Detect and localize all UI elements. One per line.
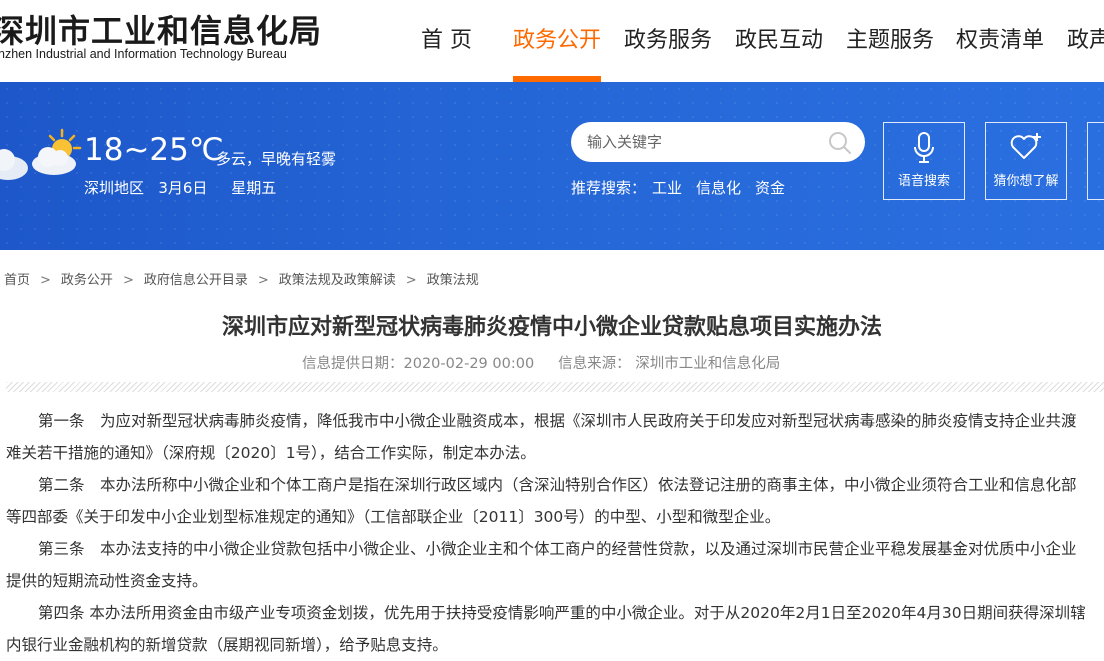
article-line: 内银行业金融机构的新增贷款（展期视同新增），给予贴息支持。	[6, 636, 448, 654]
guess-you-want-button[interactable]: 猜你想了解	[985, 122, 1067, 200]
guess-you-want-label: 猜你想了解	[993, 174, 1059, 189]
cloudy-sun-icon	[32, 128, 82, 175]
site-logo-title[interactable]: 深圳市工业和信息化局	[0, 6, 322, 52]
weather-date: 3月6日	[158, 179, 208, 197]
breadcrumb-policy-regulations[interactable]: 政策法规	[427, 273, 479, 288]
breadcrumb-home[interactable]: 首页	[4, 273, 30, 288]
recommended-search: 推荐搜索： 工业 信息化 资金	[571, 177, 785, 198]
weather-description: 多云，早晚有轻雾	[216, 150, 337, 168]
hatched-divider	[6, 382, 1104, 392]
more-tile-button[interactable]	[1087, 122, 1104, 200]
article-body: 第一条 为应对新型冠状病毒肺炎疫情，降低我市中小微企业融资成本，根据《深圳市人民…	[6, 405, 1104, 661]
chevron-right-icon: >	[257, 273, 269, 288]
chevron-right-icon: >	[122, 273, 134, 288]
search-box	[571, 122, 865, 162]
breadcrumb: 首页 > 政务公开 > 政府信息公开目录 > 政策法规及政策解读 > 政策法规	[4, 269, 479, 288]
nav-gov-affairs-public[interactable]: 政务公开	[513, 22, 601, 54]
weather-location-date: 深圳地区 3月6日 星期五	[84, 177, 276, 198]
article-line: 第一条 为应对新型冠状病毒肺炎疫情，降低我市中小微企业融资成本，根据《深圳市人民…	[38, 412, 1077, 430]
weather-weekday: 星期五	[231, 179, 277, 197]
weather-temperature: 18~25℃	[84, 132, 224, 168]
article-line: 第四条 本办法所用资金由市级产业专项资金划拨，优先用于扶持受疫情影响严重的中小微…	[38, 604, 1086, 622]
rec-link-funds[interactable]: 资金	[755, 179, 785, 197]
rec-link-informatization[interactable]: 信息化	[696, 179, 741, 197]
breadcrumb-info-catalog[interactable]: 政府信息公开目录	[144, 273, 248, 288]
chevron-right-icon: >	[405, 273, 417, 288]
nav-home[interactable]: 首 页	[421, 22, 472, 54]
site-header: 深圳市工业和信息化局 nzhen Industrial and Informat…	[0, 0, 1104, 82]
heart-plus-icon	[1010, 133, 1041, 159]
article-line: 难关若干措施的通知》（深府规〔2020〕1号），结合工作实际，制定本办法。	[6, 444, 536, 462]
nav-power-list[interactable]: 权责清单	[956, 22, 1044, 54]
article-date: 2020-02-29 00:00	[403, 356, 535, 372]
microphone-icon	[914, 132, 934, 163]
article-line: 第三条 本办法支持的中小微企业贷款包括中小微企业、小微企业主和个体工商户的经营性…	[38, 540, 1077, 558]
chevron-right-icon: >	[40, 273, 51, 288]
breadcrumb-policy-interpretation[interactable]: 政策法规及政策解读	[279, 273, 396, 288]
nav-interaction[interactable]: 政民互动	[735, 22, 823, 54]
voice-search-label: 语音搜索	[897, 174, 950, 189]
banner: 18~25℃ 多云，早晚有轻雾 深圳地区 3月6日 星期五 推荐搜索： 工业信息化…	[0, 82, 1104, 250]
article-line: 提供的短期流动性资金支持。	[6, 572, 208, 590]
recommended-search-label: 推荐搜索：	[571, 179, 647, 197]
search-input[interactable]	[587, 122, 807, 162]
article-title: 深圳市应对新型冠状病毒肺炎疫情中小微企业贷款贴息项目实施办法	[221, 315, 882, 340]
article-source: 深圳市工业和信息化局	[635, 356, 781, 372]
nav-topic-services[interactable]: 主题服务	[846, 22, 934, 54]
site-logo-subtitle: nzhen Industrial and Information Technol…	[0, 47, 287, 61]
search-icon[interactable]	[827, 130, 853, 156]
nav-gov-services[interactable]: 政务服务	[624, 22, 712, 54]
breadcrumb-gov-affairs-public[interactable]: 政务公开	[61, 273, 113, 288]
date-label: 信息提供日期：	[302, 356, 404, 372]
article-meta: 信息提供日期：2020-02-29 00:00 信息来源： 深圳市工业和信息化局	[302, 352, 780, 373]
weather-location: 深圳地区	[84, 179, 145, 197]
voice-search-button[interactable]: 语音搜索	[883, 122, 965, 200]
nav-more[interactable]: 政声	[1067, 22, 1104, 54]
rec-link-industry[interactable]: 工业	[652, 179, 682, 197]
source-label: 信息来源：	[558, 356, 631, 372]
article-line: 等四部委《关于印发中小企业划型标准规定的通知》（工信部联企业〔2011〕300号…	[6, 508, 781, 526]
article-line: 第二条 本办法所称中小微企业和个体工商户是指在深圳行政区域内（含深汕特别合作区）…	[38, 476, 1077, 494]
